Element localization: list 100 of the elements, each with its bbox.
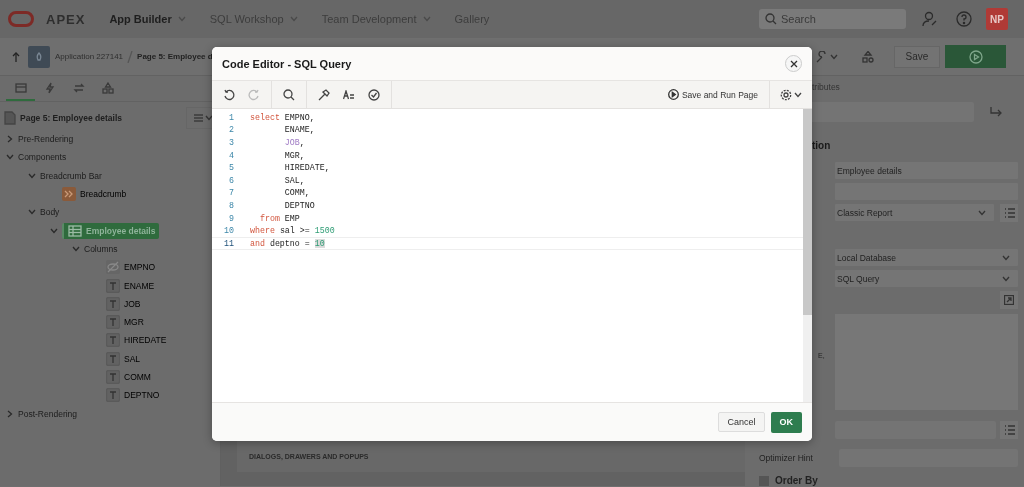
- help-icon[interactable]: [956, 11, 972, 27]
- up-arrow-icon[interactable]: [12, 51, 20, 62]
- tree-item[interactable]: Body: [40, 207, 60, 218]
- select-field[interactable]: SQL Query: [835, 270, 1018, 287]
- expand-icon: [1004, 295, 1014, 305]
- text-field-icon: [106, 370, 120, 384]
- text-field-icon: [106, 278, 120, 293]
- line-number: 3: [228, 138, 234, 147]
- list-button[interactable]: [1000, 421, 1018, 439]
- expand-button[interactable]: [1000, 291, 1018, 309]
- cancel-button[interactable]: Cancel: [718, 412, 765, 432]
- chevron-down-icon: [830, 53, 838, 60]
- text-field[interactable]: Employee details: [835, 162, 1018, 179]
- select-field[interactable]: Local Database: [835, 249, 1018, 266]
- code-line: COMM,: [284, 188, 310, 198]
- close-button[interactable]: [785, 55, 802, 72]
- layout-icon: [14, 81, 27, 94]
- format-icon[interactable]: [343, 89, 355, 100]
- breadcrumb-current: Page 5: Employee d: [137, 52, 213, 61]
- application-icon[interactable]: [28, 45, 50, 68]
- chevron-down-icon: [422, 16, 431, 22]
- list-button[interactable]: [1000, 203, 1018, 222]
- chevron-down-icon: [289, 16, 298, 22]
- field-label: Optimizer Hint: [758, 453, 814, 463]
- text-field-icon: [106, 333, 120, 348]
- tree-item[interactable]: ENAME: [124, 280, 155, 291]
- tree-item[interactable]: JOB: [124, 298, 141, 309]
- line-number: 2: [228, 125, 234, 135]
- chevron-right-icon[interactable]: [7, 135, 13, 144]
- tree-item[interactable]: Columns: [84, 243, 118, 254]
- code-line: SAL,: [284, 175, 305, 185]
- tree-item[interactable]: HIREDATE: [124, 335, 167, 346]
- search-icon: [765, 13, 777, 25]
- chevron-down-icon[interactable]: [50, 227, 58, 234]
- ok-button[interactable]: OK: [770, 411, 802, 433]
- line-number: 4: [228, 150, 234, 160]
- code-line: MGR,: [284, 150, 305, 160]
- search-field[interactable]: Search: [759, 9, 906, 29]
- dialog-title: Code Editor - SQL Query: [222, 57, 352, 70]
- tree-item[interactable]: Employee details: [62, 222, 160, 239]
- shapes-icon[interactable]: [862, 50, 874, 63]
- chevron-down-icon[interactable]: [6, 154, 14, 161]
- text-field-icon: [106, 388, 120, 403]
- code-line: from EMP: [259, 213, 300, 223]
- hammer-icon[interactable]: [318, 88, 330, 101]
- save-button[interactable]: Save: [894, 45, 940, 68]
- nav-menu[interactable]: App Builder: [109, 13, 186, 25]
- code-line: DEPTNO: [284, 200, 315, 210]
- chevron-down-icon[interactable]: [28, 209, 36, 216]
- loop-icon: [72, 81, 85, 94]
- code-line: HIREDATE,: [284, 163, 330, 173]
- undo-icon[interactable]: [223, 88, 235, 101]
- line-number: 5: [228, 163, 234, 173]
- code-line: ENAME,: [284, 125, 315, 135]
- scrollbar[interactable]: [803, 109, 812, 402]
- code-line: JOB,: [284, 138, 305, 147]
- check-circle-icon[interactable]: [368, 88, 380, 101]
- select-field[interactable]: Classic Report: [835, 204, 994, 221]
- redo-icon[interactable]: [248, 88, 260, 101]
- tree-item[interactable]: EMPNO: [124, 262, 156, 273]
- play-circle-icon: [667, 89, 679, 100]
- hidden-eye-icon: [106, 260, 120, 275]
- line-number: 7: [228, 188, 234, 198]
- chevron-down-icon: [1002, 275, 1010, 282]
- line-number: 10: [223, 226, 234, 236]
- tree-item[interactable]: Breadcrumb: [80, 189, 127, 200]
- chevron-down-icon: [177, 16, 186, 22]
- tree-item[interactable]: SAL: [124, 353, 141, 364]
- tree-item[interactable]: MGR: [124, 317, 144, 328]
- tree-item[interactable]: COMM: [124, 372, 151, 382]
- line-number: 8: [228, 200, 234, 210]
- menu-icon: [193, 113, 203, 122]
- collapse-toggle[interactable]: [759, 475, 769, 486]
- text-field-icon: [106, 315, 120, 330]
- tree-item[interactable]: Components: [18, 152, 67, 163]
- tree-item[interactable]: Post-Rendering: [18, 408, 78, 419]
- tree-item[interactable]: DEPTNO: [124, 390, 160, 401]
- code-line: and deptno = 10: [250, 238, 325, 248]
- close-icon: [789, 59, 798, 68]
- product-name: APEX: [46, 11, 86, 27]
- chevron-right-icon[interactable]: [7, 409, 13, 418]
- table-icon: [68, 224, 82, 237]
- search-icon[interactable]: [283, 88, 295, 101]
- tree-item[interactable]: Breadcrumb Bar: [40, 170, 102, 181]
- lightning-icon: [43, 81, 56, 94]
- text-field-icon: [106, 296, 120, 311]
- code-line: where sal >= 1500: [250, 226, 335, 236]
- user-settings-icon[interactable]: [922, 11, 938, 27]
- logo-icon: [8, 11, 34, 27]
- user-avatar[interactable]: NP: [986, 8, 1008, 30]
- tree-item[interactable]: Pre-Rendering: [18, 134, 74, 145]
- chevron-down-icon: [1002, 254, 1010, 261]
- tree-root[interactable]: Page 5: Employee details: [20, 112, 123, 123]
- save-and-run-button[interactable]: Save and Run Page: [656, 81, 770, 108]
- shapes-icon: [101, 81, 114, 94]
- chevron-down-icon[interactable]: [72, 245, 80, 252]
- chevron-down-icon[interactable]: [28, 172, 36, 179]
- run-button[interactable]: [945, 45, 1006, 68]
- line-number: 6: [228, 175, 234, 185]
- breadcrumb-icon: [62, 187, 76, 202]
